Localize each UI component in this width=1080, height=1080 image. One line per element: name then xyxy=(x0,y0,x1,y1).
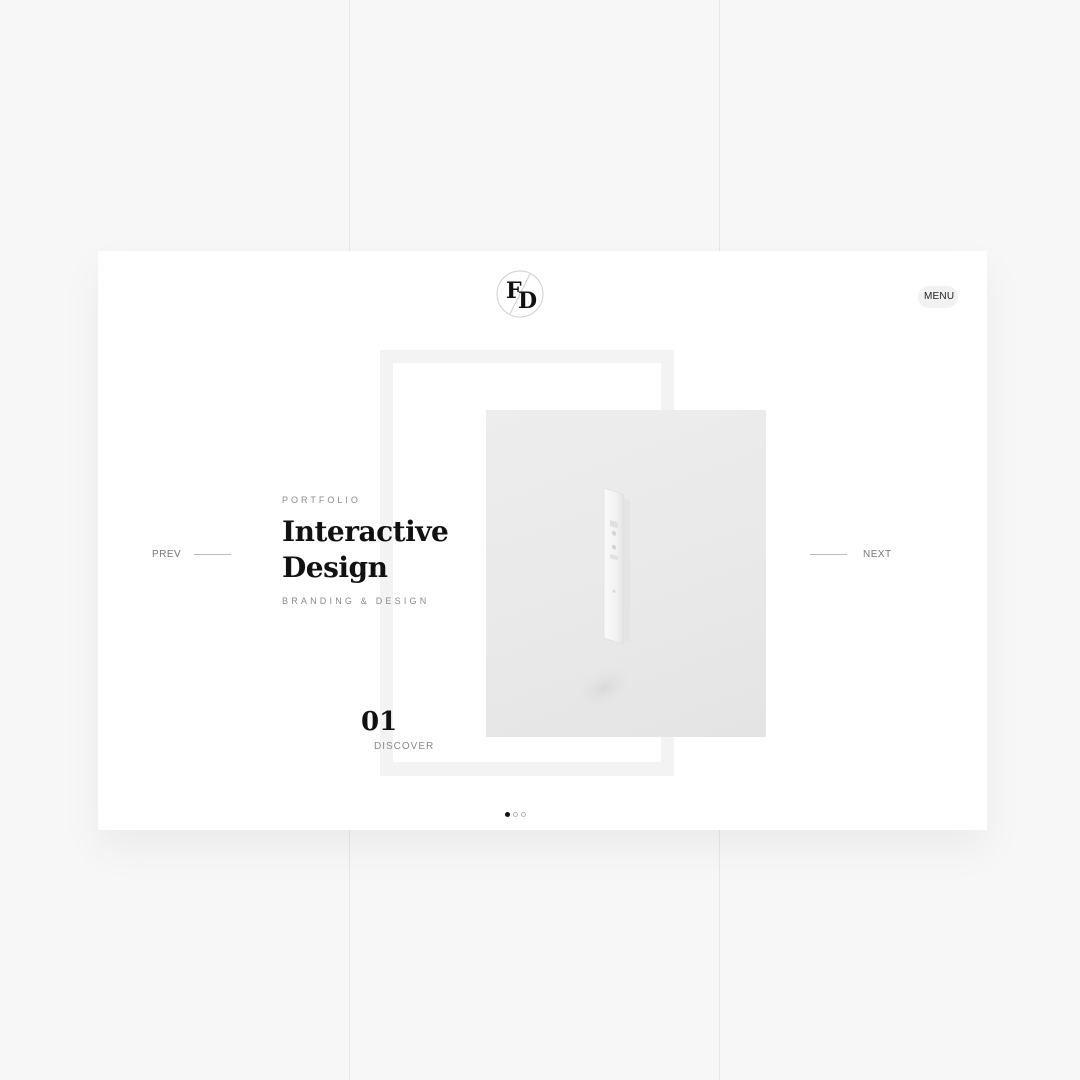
svg-text:D: D xyxy=(518,288,537,314)
prev-button[interactable]: PREV xyxy=(152,549,232,560)
menu-button[interactable]: MENU xyxy=(918,286,958,308)
next-line xyxy=(810,554,847,555)
pagination-dot-2[interactable] xyxy=(513,812,518,817)
slide-title-line-2: Design xyxy=(282,551,388,584)
prev-label: PREV xyxy=(152,549,182,560)
portfolio-slider-card: F D MENU PORTFOLIO Interactive Design BR… xyxy=(98,251,987,830)
slide-title: Interactive Design xyxy=(282,514,482,586)
cassette-tape-illustration xyxy=(570,488,638,714)
slide-title-line-1: Interactive xyxy=(282,515,449,548)
next-button[interactable]: NEXT xyxy=(810,549,892,560)
fd-monogram-icon: F D xyxy=(496,270,544,318)
discover-link[interactable]: DISCOVER xyxy=(374,741,434,752)
slide-subtitle: BRANDING & DESIGN xyxy=(282,596,430,606)
pagination-dot-3[interactable] xyxy=(521,812,526,817)
menu-button-label: MENU xyxy=(924,291,955,302)
pagination-dot-1[interactable] xyxy=(505,812,510,817)
section-eyebrow: PORTFOLIO xyxy=(282,495,361,505)
fd-logo[interactable]: F D xyxy=(496,270,544,318)
next-label: NEXT xyxy=(863,549,892,560)
prev-line xyxy=(194,554,232,555)
pagination-dots xyxy=(505,812,526,817)
featured-image-cassette xyxy=(486,410,766,737)
slide-number: 01 xyxy=(361,707,398,737)
